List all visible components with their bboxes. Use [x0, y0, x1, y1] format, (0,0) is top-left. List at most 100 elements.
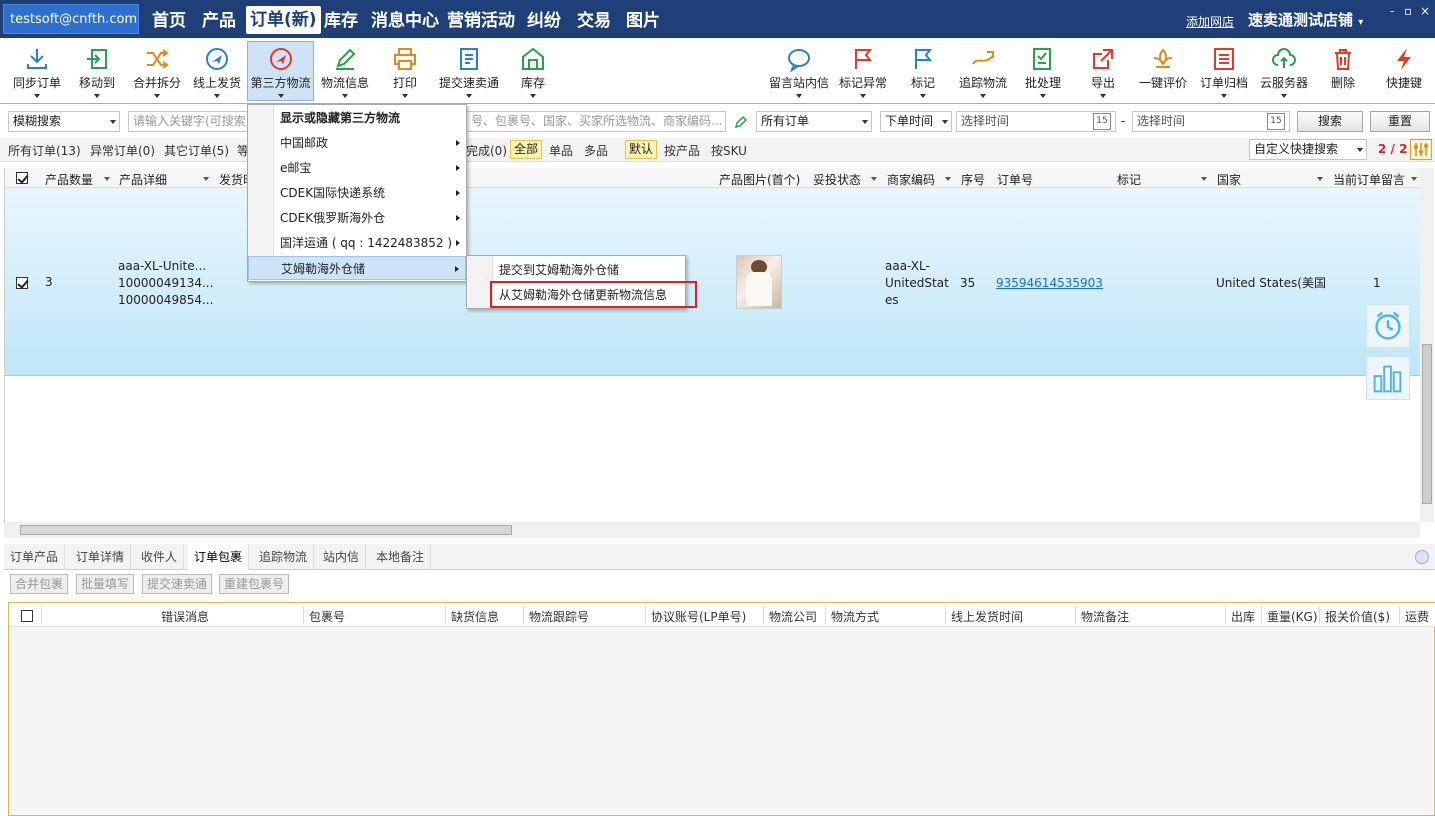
menu-item-guoyang[interactable]: 国洋运通 ( qq : 1422483852 ) — [248, 231, 466, 255]
horizontal-scrollbar[interactable] — [4, 522, 1420, 538]
column-header[interactable]: 物流公司 — [769, 608, 817, 625]
archive-order-button[interactable]: 订单归档 — [1197, 42, 1251, 102]
message-button[interactable]: 留言站内信 — [767, 42, 831, 102]
search-button[interactable]: 搜索 — [1297, 111, 1363, 132]
column-header[interactable]: 当前订单留言 — [1333, 171, 1405, 188]
tab-abnormal-orders[interactable]: 异常订单(0) — [90, 142, 155, 159]
online-ship-button[interactable]: 线上发货 — [190, 42, 244, 102]
submit-aliexpress-button[interactable]: 提交速卖通 — [142, 574, 213, 594]
one-click-review-button[interactable]: 一键评价 — [1136, 42, 1190, 102]
chevron-down-icon[interactable] — [1201, 177, 1207, 181]
tab-local-notes[interactable]: 本地备注 — [370, 544, 432, 570]
order-type-select[interactable]: 所有订单 — [756, 111, 872, 132]
column-header[interactable]: 报关价值($) — [1325, 608, 1390, 625]
column-header[interactable]: 订单号 — [997, 171, 1033, 188]
tab-all-orders[interactable]: 所有订单(13) — [8, 142, 81, 159]
tab-track-logistics[interactable]: 追踪物流 — [253, 544, 315, 570]
reset-button[interactable]: 重置 — [1370, 111, 1430, 132]
tab-other-orders[interactable]: 其它订单(5) — [164, 142, 229, 159]
time-type-select[interactable]: 下单时间 — [880, 111, 952, 132]
merge-split-button[interactable]: 合并拆分 — [128, 42, 186, 102]
chevron-down-icon[interactable] — [203, 177, 209, 181]
chevron-down-icon[interactable] — [1317, 177, 1323, 181]
third-party-logistics-button[interactable]: 第三方物流 — [247, 41, 314, 101]
shortcut-button[interactable]: 快捷键 — [1384, 42, 1424, 102]
tab-order-products[interactable]: 订单产品 — [4, 544, 66, 570]
calendar-icon[interactable]: 15 — [1093, 113, 1111, 130]
column-header[interactable]: 标记 — [1117, 171, 1141, 188]
tab-completed[interactable]: 完成(0) — [466, 142, 507, 159]
scroll-thumb[interactable] — [20, 525, 512, 535]
column-header[interactable]: 重量(KG) — [1267, 608, 1318, 625]
column-header[interactable]: 产品详细 — [119, 171, 167, 188]
submenu-item-submit-warehouse[interactable]: 提交到艾姆勒海外仓储 — [467, 258, 685, 282]
menu-item-toggle-third-party[interactable]: 显示或隐藏第三方物流 — [248, 106, 466, 130]
pencil-icon[interactable] — [734, 115, 748, 129]
menu-item-cdek-intl[interactable]: CDEK国际快递系统 — [248, 181, 466, 205]
column-header[interactable]: 包裹号 — [309, 608, 345, 625]
quick-search-select[interactable]: 自定义快捷搜索 — [1249, 139, 1367, 160]
sync-orders-button[interactable]: 同步订单 — [8, 42, 66, 102]
column-header[interactable]: 出库 — [1231, 608, 1255, 625]
nav-marketing[interactable]: 营销活动 — [447, 8, 515, 34]
bar-chart-icon[interactable] — [1366, 356, 1410, 400]
refresh-icon[interactable] — [1415, 550, 1429, 564]
column-header[interactable]: 产品图片(首个) — [719, 171, 800, 188]
minimize-button[interactable]: - — [1390, 4, 1394, 18]
print-button[interactable]: 打印 — [386, 42, 424, 102]
table-row[interactable]: 3 aaa-XL-Unite... 10000049134... 1000004… — [5, 188, 1421, 376]
column-header[interactable]: 物流方式 — [831, 608, 879, 625]
calendar-icon[interactable]: 15 — [1267, 113, 1285, 130]
tab-order-packages[interactable]: 订单包裹 — [188, 544, 250, 570]
column-header[interactable]: 协议账号(LP单号) — [651, 608, 746, 625]
nav-transactions[interactable]: 交易 — [577, 8, 611, 34]
nav-inventory[interactable]: 库存 — [324, 8, 358, 34]
inventory-button[interactable]: 库存 — [514, 42, 552, 102]
menu-item-china-post[interactable]: 中国邮政 — [248, 131, 466, 155]
column-header[interactable]: 商家编码 — [887, 171, 935, 188]
settings-sliders-icon[interactable] — [1410, 139, 1432, 160]
rebuild-package-button[interactable]: 重建包裹号 — [219, 574, 290, 594]
column-header[interactable]: 产品数量 — [45, 171, 93, 188]
nav-products[interactable]: 产品 — [202, 8, 236, 34]
submit-aliexpress-button[interactable]: 提交速卖通 — [436, 42, 502, 102]
column-header[interactable]: 物流备注 — [1081, 608, 1129, 625]
filter-multi[interactable]: 多品 — [584, 142, 608, 159]
column-header[interactable]: 缺货信息 — [451, 608, 499, 625]
chevron-down-icon[interactable] — [1411, 177, 1417, 181]
search-mode-select[interactable]: 模糊搜索 — [8, 111, 120, 132]
row-checkbox[interactable] — [16, 277, 28, 289]
vertical-scrollbar[interactable] — [1420, 168, 1434, 522]
order-number-link[interactable]: 93594614535903 — [996, 275, 1103, 292]
maximize-button[interactable]: ▫ — [1404, 4, 1412, 18]
select-all-checkbox[interactable] — [21, 610, 33, 622]
sort-by-product[interactable]: 按产品 — [664, 142, 700, 159]
column-header[interactable]: 物流跟踪号 — [529, 608, 589, 625]
move-to-button[interactable]: 移动到 — [72, 42, 122, 102]
batch-process-button[interactable]: 批处理 — [1021, 42, 1065, 102]
alarm-clock-icon[interactable] — [1366, 304, 1410, 348]
scroll-thumb[interactable] — [1422, 344, 1432, 504]
merge-package-button[interactable]: 合并包裹 — [10, 574, 69, 594]
column-header[interactable]: 运费 — [1405, 608, 1429, 625]
cloud-server-button[interactable]: 云服务器 — [1258, 42, 1310, 102]
tab-order-details[interactable]: 订单详情 — [70, 544, 132, 570]
nav-disputes[interactable]: 纠纷 — [527, 8, 561, 34]
product-thumbnail[interactable] — [736, 255, 782, 309]
sort-by-sku[interactable]: 按SKU — [711, 142, 747, 159]
close-button[interactable]: × — [1420, 4, 1430, 18]
menu-item-aimule-warehouse[interactable]: 艾姆勒海外仓储 — [248, 256, 466, 280]
end-time-input[interactable]: 选择时间 15 — [1132, 111, 1290, 132]
add-shop-link[interactable]: 添加网店 — [1186, 13, 1234, 30]
mark-button[interactable]: 标记 — [906, 42, 940, 102]
nav-images[interactable]: 图片 — [626, 8, 660, 34]
mark-abnormal-button[interactable]: 标记异常 — [837, 42, 889, 102]
column-header[interactable]: 序号 — [961, 171, 985, 188]
nav-orders-new[interactable]: 订单(新) — [246, 6, 321, 34]
logistics-info-button[interactable]: 物流信息 — [318, 42, 372, 102]
start-time-input[interactable]: 选择时间 15 — [956, 111, 1116, 132]
column-header[interactable]: 妥投状态 — [813, 171, 861, 188]
column-header[interactable]: 错误消息 — [161, 608, 209, 625]
chevron-down-icon[interactable] — [104, 177, 110, 181]
shop-selector[interactable]: 速卖通测试店铺 ▾ — [1248, 9, 1363, 30]
